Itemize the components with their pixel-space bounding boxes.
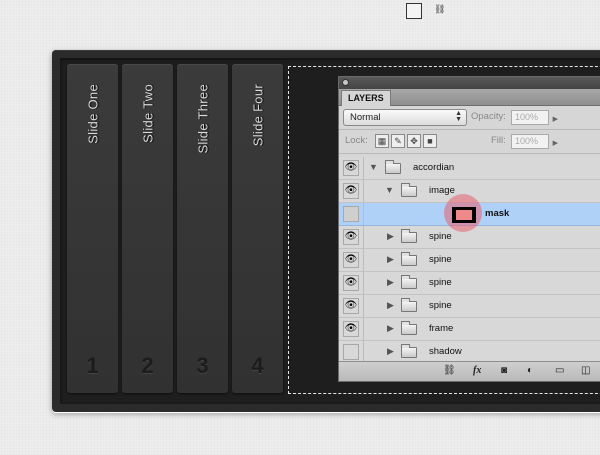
slide-spine-2[interactable]: Slide Two 2 bbox=[122, 64, 173, 393]
layer-row[interactable]: 👁 ▶ spine bbox=[339, 249, 600, 272]
lock-move-icon[interactable]: ✥ bbox=[407, 134, 421, 148]
slide-number: 2 bbox=[141, 353, 154, 378]
chevron-right-icon[interactable]: ▶ bbox=[387, 300, 394, 311]
folder-icon bbox=[401, 298, 417, 312]
lock-paint-icon[interactable]: ✎ bbox=[391, 134, 405, 148]
lock-icons: ▦ ✎ ✥ ■ bbox=[375, 134, 439, 152]
fx-icon[interactable]: fx bbox=[473, 365, 481, 376]
slide-number: 4 bbox=[251, 353, 264, 378]
fill-value: 100% bbox=[515, 136, 539, 146]
tab-layers[interactable]: LAYERS bbox=[341, 90, 391, 106]
eye-icon[interactable]: 👁 bbox=[343, 298, 359, 314]
eye-icon[interactable]: 👁 bbox=[343, 275, 359, 291]
fill-field[interactable]: 100% ▶ bbox=[511, 134, 558, 149]
link-icon[interactable]: ⛓ bbox=[443, 365, 456, 376]
layer-name: frame bbox=[429, 323, 454, 334]
slide-spine-4[interactable]: Slide Four 4 bbox=[232, 64, 283, 393]
slide-label: Slide Two bbox=[140, 84, 155, 143]
slide-number: 3 bbox=[196, 353, 209, 378]
blend-options-row: Normal ▲ ▼ Opacity: 100% ▶ bbox=[339, 106, 600, 130]
folder-icon bbox=[401, 183, 417, 197]
eye-toggle-empty[interactable] bbox=[343, 344, 359, 360]
layer-name: spine bbox=[429, 277, 452, 288]
layer-name: spine bbox=[429, 300, 452, 311]
slide-label: Slide Four bbox=[250, 84, 265, 147]
eye-icon[interactable]: 👁 bbox=[343, 160, 359, 176]
slide-number: 1 bbox=[86, 353, 99, 378]
opacity-field[interactable]: 100% ▶ bbox=[511, 110, 558, 125]
layer-row[interactable]: 👁 ▶ spine bbox=[339, 295, 600, 318]
layer-row[interactable]: 👁 ▶ spine bbox=[339, 272, 600, 295]
eye-toggle-empty[interactable] bbox=[343, 206, 359, 222]
adjustment-icon[interactable]: ◐ bbox=[527, 365, 533, 376]
chain-link-icon[interactable]: ⛓ bbox=[434, 4, 445, 15]
eye-icon[interactable]: 👁 bbox=[343, 321, 359, 337]
chevron-right-icon[interactable]: ▶ bbox=[387, 346, 394, 357]
eye-icon[interactable]: 👁 bbox=[343, 229, 359, 245]
chevron-down-icon[interactable]: ▼ bbox=[385, 185, 394, 195]
folder-icon bbox=[401, 229, 417, 243]
folder-icon bbox=[401, 321, 417, 335]
chevron-right-icon[interactable]: ▶ bbox=[387, 323, 394, 334]
blend-mode-value: Normal bbox=[350, 112, 381, 123]
slide-spine-3[interactable]: Slide Three 3 bbox=[177, 64, 228, 393]
lock-transparency-icon[interactable]: ▦ bbox=[375, 134, 389, 148]
lock-row: Lock: ▦ ✎ ✥ ■ Fill: 100% ▶ bbox=[339, 130, 600, 154]
layer-name: mask bbox=[485, 208, 510, 219]
lock-label: Lock: bbox=[345, 135, 368, 146]
layers-list: 👁 ▼ accordian 👁 ▼ image mask 👁 ▶ spine 👁… bbox=[339, 157, 600, 364]
chevron-right-icon[interactable]: ▶ bbox=[553, 137, 558, 150]
layer-name: spine bbox=[429, 254, 452, 265]
layer-name: image bbox=[429, 185, 455, 196]
fill-label: Fill: bbox=[491, 135, 506, 146]
layer-name: accordian bbox=[413, 162, 455, 173]
folder-icon bbox=[401, 275, 417, 289]
blend-mode-select[interactable]: Normal ▲ ▼ bbox=[343, 109, 467, 126]
panel-tabbar: LAYERS bbox=[339, 89, 600, 106]
new-group-icon[interactable]: ▭ bbox=[555, 365, 564, 376]
opacity-label: Opacity: bbox=[471, 111, 506, 122]
panel-titlebar bbox=[339, 77, 600, 89]
updown-arrows-icon: ▲ ▼ bbox=[455, 110, 462, 123]
layer-row[interactable]: 👁 ▶ frame bbox=[339, 318, 600, 341]
opacity-value: 100% bbox=[515, 112, 539, 122]
panel-bottom-toolbar: ⛓ fx ◙ ◐ ▭ ◫ bbox=[339, 361, 600, 381]
add-mask-icon[interactable]: ◙ bbox=[501, 365, 507, 376]
layer-name: shadow bbox=[429, 346, 462, 357]
eye-icon[interactable]: 👁 bbox=[343, 183, 359, 199]
chevron-right-icon[interactable]: ▶ bbox=[387, 254, 394, 265]
slide-spine-1[interactable]: Slide One 1 bbox=[67, 64, 118, 393]
layer-row[interactable]: 👁 ▼ accordian bbox=[339, 157, 600, 180]
chevron-right-icon[interactable]: ▶ bbox=[553, 113, 558, 126]
chevron-right-icon[interactable]: ▶ bbox=[387, 277, 394, 288]
eye-icon[interactable]: 👁 bbox=[343, 252, 359, 268]
layer-name: spine bbox=[429, 231, 452, 242]
slide-label: Slide Three bbox=[195, 84, 210, 154]
folder-icon bbox=[385, 160, 401, 174]
layer-thumbnail[interactable] bbox=[406, 3, 422, 19]
lock-all-icon[interactable]: ■ bbox=[423, 134, 437, 148]
new-layer-icon[interactable]: ◫ bbox=[581, 365, 590, 376]
folder-icon bbox=[401, 344, 417, 358]
slide-label: Slide One bbox=[85, 84, 100, 144]
close-icon[interactable] bbox=[342, 79, 349, 86]
chevron-right-icon[interactable]: ▶ bbox=[387, 231, 394, 242]
chevron-down-icon[interactable]: ▼ bbox=[369, 162, 378, 172]
mask-thumbnail[interactable] bbox=[452, 207, 476, 223]
folder-icon bbox=[401, 252, 417, 266]
